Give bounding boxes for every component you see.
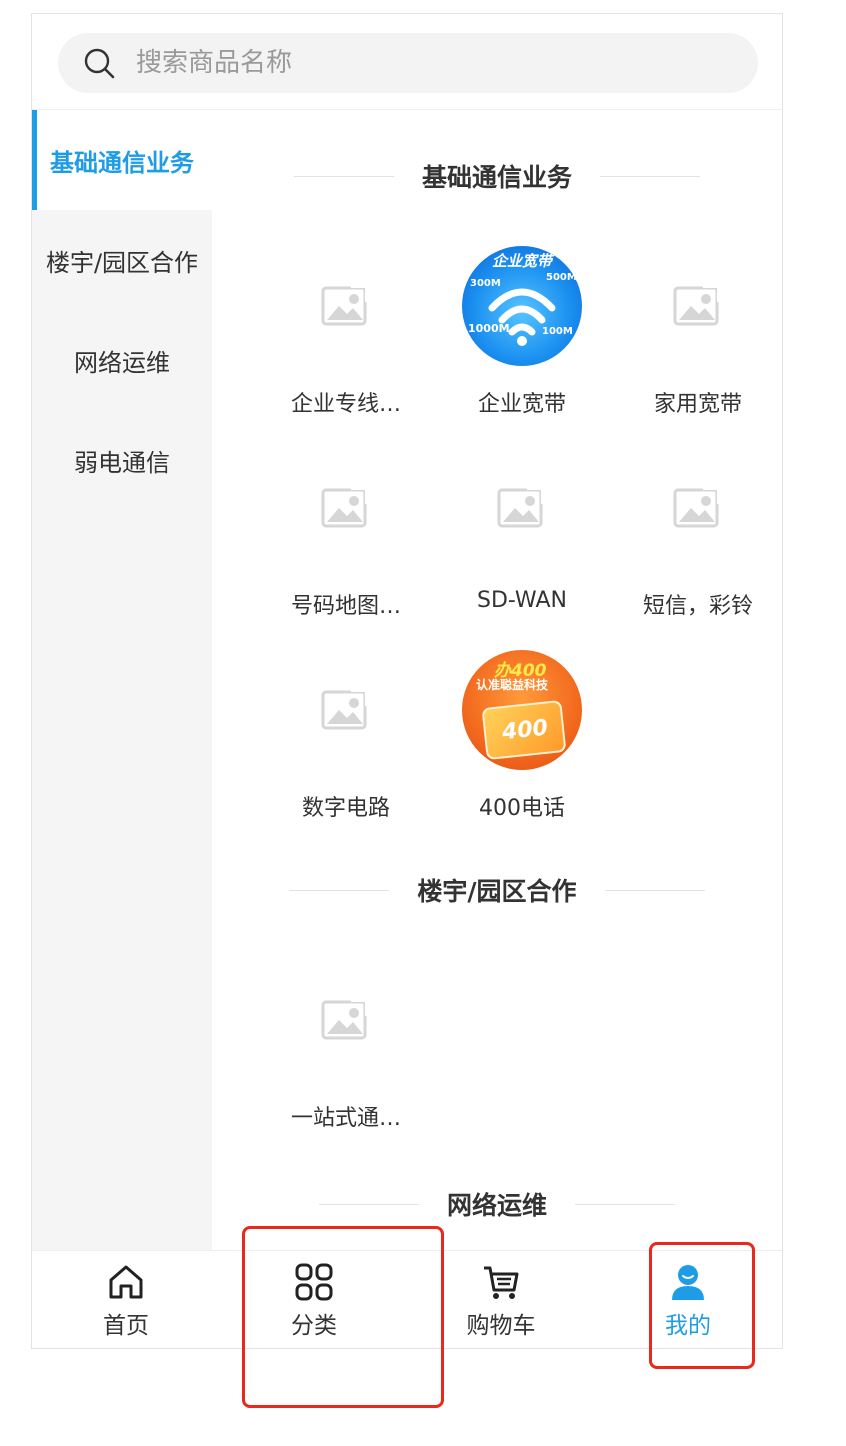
category-content: 基础通信业务 企业专线… 企业宽带 300M 500M 1000M 100M 企… xyxy=(212,110,782,1250)
image-text: 1000M xyxy=(468,322,510,335)
product-label: 家用宽带 xyxy=(653,392,742,417)
broadband-product-image: 企业宽带 300M 500M 1000M 100M xyxy=(462,246,582,366)
search-box[interactable] xyxy=(58,33,758,93)
tab-label: 购物车 xyxy=(466,1313,536,1339)
highlight-box-category xyxy=(242,1226,444,1408)
divider xyxy=(575,1203,675,1205)
section-title-text: 楼宇/园区合作 xyxy=(417,877,577,906)
product-label: 号码地图… xyxy=(290,594,401,619)
search-input[interactable] xyxy=(136,48,696,78)
phone-screen: 基础通信业务 楼宇/园区合作 网络运维 弱电通信 基础通信业务 企业专线… xyxy=(31,13,783,1349)
divider xyxy=(604,889,705,891)
section-title-network-ops: 网络运维 xyxy=(212,1186,782,1222)
sidebar-item-label: 楼宇/园区合作 xyxy=(45,248,199,277)
placeholder-image-icon xyxy=(286,246,406,366)
sidebar-item-network-ops[interactable]: 网络运维 xyxy=(32,310,212,410)
sidebar-item-label: 网络运维 xyxy=(74,348,170,377)
highlight-box-mine xyxy=(649,1242,755,1369)
image-text: 300M xyxy=(470,278,501,289)
product-label: 企业专线… xyxy=(290,392,401,417)
sidebar-item-weak-current[interactable]: 弱电通信 xyxy=(32,410,212,510)
search-icon xyxy=(82,46,116,80)
product-400-phone[interactable]: 办400 认准聪益科技 400 400电话 xyxy=(434,650,610,822)
product-sd-wan[interactable]: SD-WAN xyxy=(434,448,610,613)
image-text: 认准聪益科技 xyxy=(476,678,549,692)
sidebar-item-label: 弱电通信 xyxy=(74,448,170,477)
product-enterprise-line[interactable]: 企业专线… xyxy=(258,246,434,418)
section-title-text: 网络运维 xyxy=(446,1191,547,1220)
product-label: 企业宽带 xyxy=(477,392,566,417)
product-label: 短信，彩铃 xyxy=(642,594,753,619)
divider xyxy=(293,175,394,177)
product-label: 数字电路 xyxy=(301,796,390,821)
divider xyxy=(289,889,390,891)
category-sidebar: 基础通信业务 楼宇/园区合作 网络运维 弱电通信 xyxy=(32,110,212,1250)
cart-icon xyxy=(484,1266,519,1299)
divider xyxy=(600,175,700,177)
placeholder-image-icon xyxy=(286,650,406,770)
card-graphic: 400 xyxy=(481,699,567,761)
sidebar-item-building-park[interactable]: 楼宇/园区合作 xyxy=(32,210,212,310)
400-phone-product-image: 办400 认准聪益科技 400 xyxy=(462,650,582,770)
product-number-map[interactable]: 号码地图… xyxy=(258,448,434,620)
placeholder-image-icon xyxy=(286,448,406,568)
product-label: SD-WAN xyxy=(476,588,567,613)
sidebar-item-label: 基础通信业务 xyxy=(50,148,194,177)
home-icon xyxy=(109,1265,143,1299)
placeholder-image-icon xyxy=(638,448,758,568)
section-title-building-park: 楼宇/园区合作 xyxy=(212,872,782,908)
divider xyxy=(318,1203,419,1205)
search-bar xyxy=(32,14,782,110)
product-label: 400电话 xyxy=(479,796,565,821)
product-one-stop[interactable]: 一站式通… xyxy=(258,960,434,1132)
image-text: 400 xyxy=(500,715,550,746)
product-home-broadband[interactable]: 家用宽带 xyxy=(610,246,782,418)
placeholder-image-icon xyxy=(286,960,406,1080)
sidebar-item-basic-communication[interactable]: 基础通信业务 xyxy=(32,110,212,210)
product-digital-circuit[interactable]: 数字电路 xyxy=(258,650,434,822)
image-text: 100M xyxy=(542,326,573,337)
section-title-text: 基础通信业务 xyxy=(421,163,572,192)
image-banner-text: 企业宽带 xyxy=(492,252,553,270)
image-text: 500M xyxy=(546,272,577,283)
placeholder-image-icon xyxy=(638,246,758,366)
product-enterprise-broadband[interactable]: 企业宽带 300M 500M 1000M 100M 企业宽带 xyxy=(434,246,610,418)
tab-home[interactable]: 首页 xyxy=(32,1251,220,1348)
section-title-basic-communication: 基础通信业务 xyxy=(212,158,782,194)
product-label: 一站式通… xyxy=(290,1106,401,1131)
tab-label: 首页 xyxy=(103,1313,149,1339)
placeholder-image-icon xyxy=(462,448,582,568)
product-sms-ringtone[interactable]: 短信，彩铃 xyxy=(610,448,782,620)
